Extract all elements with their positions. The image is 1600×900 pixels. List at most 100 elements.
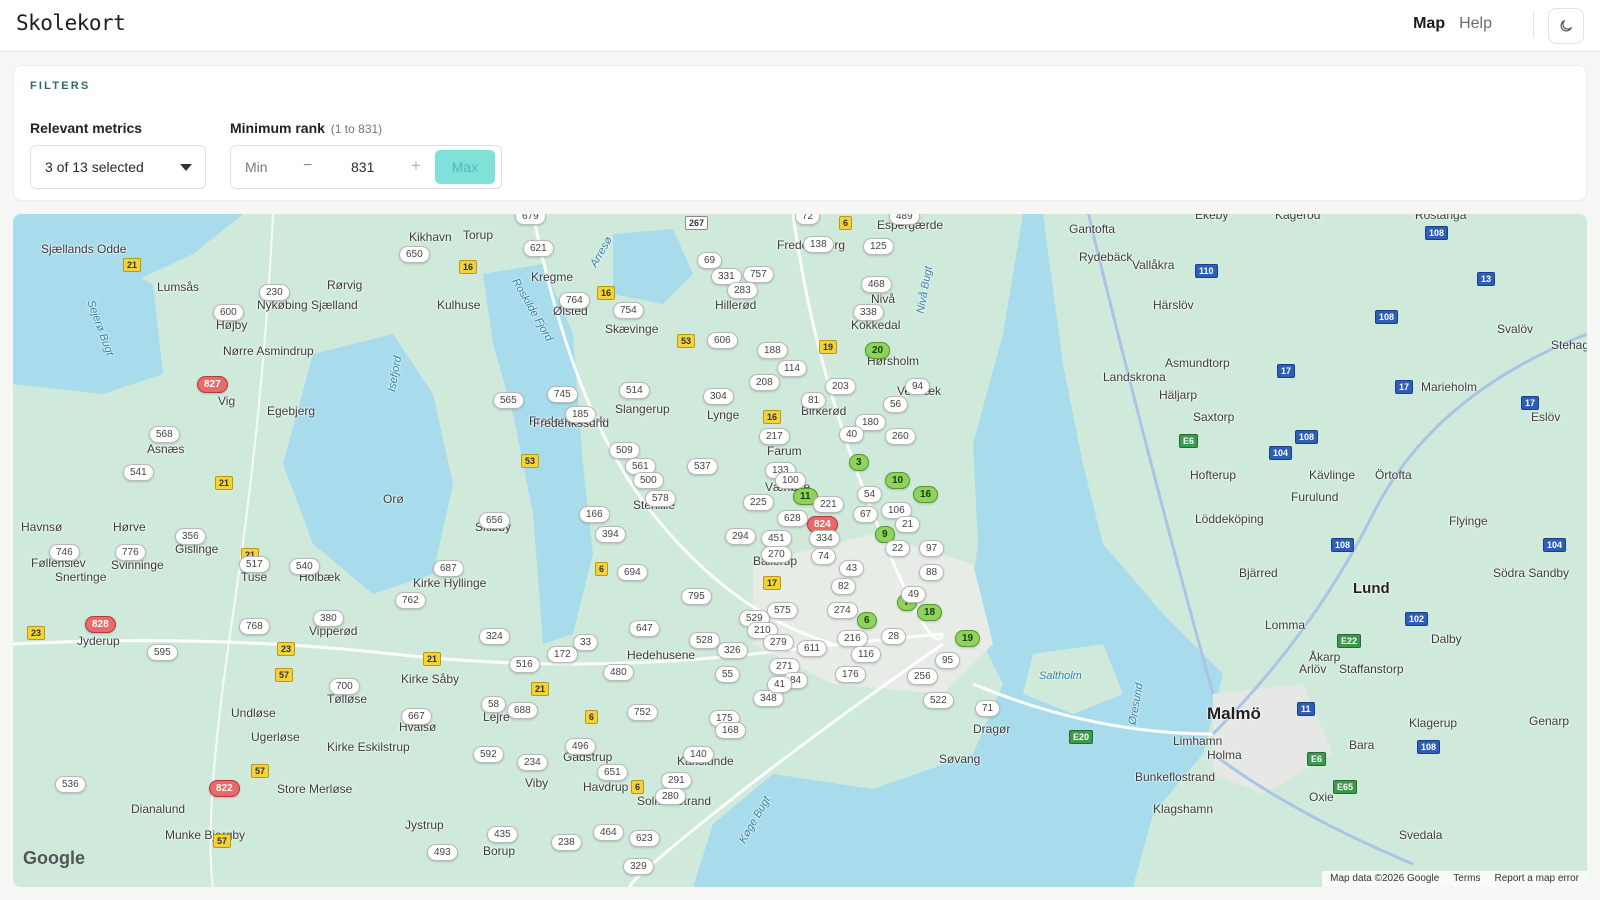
- rank-max-button[interactable]: Max: [435, 150, 495, 184]
- rank-marker[interactable]: 22: [885, 540, 911, 557]
- rank-marker[interactable]: 606: [707, 332, 738, 349]
- rank-marker[interactable]: 650: [399, 246, 430, 263]
- rank-marker[interactable]: 628: [777, 510, 808, 527]
- rank-marker[interactable]: 754: [613, 302, 644, 319]
- rank-value-input[interactable]: 831: [351, 159, 374, 175]
- rank-marker[interactable]: 88: [919, 564, 945, 581]
- rank-marker[interactable]: 172: [547, 646, 578, 663]
- rank-marker[interactable]: 58: [481, 696, 507, 713]
- rank-marker[interactable]: 20: [865, 342, 891, 359]
- rank-increment-button[interactable]: +: [411, 156, 421, 176]
- rank-marker[interactable]: 687: [433, 560, 464, 577]
- rank-marker[interactable]: 95: [935, 652, 961, 669]
- rank-marker[interactable]: 338: [853, 304, 884, 321]
- rank-marker[interactable]: 94: [905, 378, 931, 395]
- relevant-metrics-select[interactable]: 3 of 13 selected: [30, 145, 206, 189]
- rank-marker[interactable]: 493: [427, 844, 458, 861]
- rank-marker[interactable]: 16: [913, 486, 939, 503]
- rank-marker[interactable]: 746: [49, 544, 80, 561]
- rank-marker[interactable]: 116: [851, 646, 881, 663]
- rank-marker[interactable]: 776: [115, 544, 146, 561]
- rank-marker[interactable]: 329: [623, 858, 654, 875]
- rank-marker[interactable]: 489: [889, 214, 920, 225]
- rank-marker[interactable]: 74: [811, 548, 837, 565]
- rank-marker[interactable]: 540: [289, 558, 320, 575]
- rank-marker[interactable]: 578: [645, 490, 676, 507]
- rank-marker[interactable]: 56: [883, 396, 909, 413]
- rank-marker[interactable]: 176: [835, 666, 866, 683]
- rank-marker[interactable]: 279: [763, 634, 794, 651]
- rank-marker[interactable]: 611: [797, 640, 827, 657]
- rank-marker[interactable]: 6: [857, 612, 877, 629]
- rank-marker[interactable]: 97: [919, 540, 945, 557]
- rank-marker[interactable]: 40: [839, 426, 865, 443]
- rank-marker[interactable]: 256: [907, 668, 938, 685]
- rank-marker[interactable]: 700: [329, 678, 360, 695]
- rank-marker[interactable]: 270: [761, 546, 792, 563]
- rank-marker[interactable]: 667: [401, 708, 432, 725]
- rank-marker[interactable]: 541: [123, 464, 154, 481]
- rank-marker[interactable]: 435: [487, 826, 518, 843]
- rank-marker[interactable]: 82: [831, 578, 857, 595]
- rank-marker[interactable]: 280: [655, 788, 686, 805]
- rank-marker[interactable]: 509: [609, 442, 640, 459]
- rank-marker[interactable]: 468: [861, 276, 892, 293]
- rank-marker[interactable]: 238: [551, 834, 582, 851]
- rank-marker[interactable]: 688: [507, 702, 538, 719]
- rank-decrement-button[interactable]: −: [303, 157, 312, 175]
- rank-min-button[interactable]: Min: [245, 159, 268, 175]
- rank-marker[interactable]: 595: [147, 644, 178, 661]
- rank-marker[interactable]: 380: [313, 610, 344, 627]
- rank-marker[interactable]: 225: [743, 494, 774, 511]
- rank-marker[interactable]: 216: [837, 630, 868, 647]
- rank-marker[interactable]: 326: [717, 642, 748, 659]
- rank-marker[interactable]: 260: [885, 428, 916, 445]
- rank-marker[interactable]: 651: [597, 764, 628, 781]
- rank-marker[interactable]: 100: [775, 472, 806, 489]
- rank-marker[interactable]: 451: [761, 530, 792, 547]
- rank-marker[interactable]: 208: [749, 374, 780, 391]
- rank-marker[interactable]: 221: [813, 496, 844, 513]
- rank-marker[interactable]: 274: [827, 602, 858, 619]
- rank-marker[interactable]: 768: [239, 618, 270, 635]
- rank-marker[interactable]: 827: [197, 376, 228, 393]
- rank-marker[interactable]: 203: [825, 378, 856, 395]
- rank-marker[interactable]: 537: [687, 458, 718, 475]
- rank-marker[interactable]: 745: [547, 386, 578, 403]
- rank-marker[interactable]: 480: [603, 664, 634, 681]
- rank-marker[interactable]: 168: [715, 722, 746, 739]
- rank-marker[interactable]: 592: [473, 746, 504, 763]
- rank-marker[interactable]: 188: [757, 342, 788, 359]
- rank-marker[interactable]: 41: [767, 676, 793, 693]
- rank-marker[interactable]: 528: [689, 632, 720, 649]
- rank-marker[interactable]: 140: [683, 746, 714, 763]
- rank-marker[interactable]: 71: [975, 700, 1001, 717]
- rank-marker[interactable]: 752: [627, 704, 658, 721]
- rank-marker[interactable]: 185: [565, 406, 596, 423]
- rank-marker[interactable]: 304: [703, 388, 734, 405]
- rank-marker[interactable]: 679: [515, 214, 546, 225]
- rank-marker[interactable]: 21: [895, 516, 921, 533]
- rank-marker[interactable]: 28: [881, 628, 907, 645]
- rank-marker[interactable]: 294: [725, 528, 756, 545]
- theme-toggle-button[interactable]: [1548, 8, 1584, 44]
- rank-marker[interactable]: 334: [809, 530, 840, 547]
- rank-marker[interactable]: 795: [681, 588, 712, 605]
- nav-map[interactable]: Map: [1413, 15, 1445, 33]
- rank-marker[interactable]: 757: [743, 266, 774, 283]
- rank-marker[interactable]: 19: [955, 630, 981, 647]
- rank-marker[interactable]: 536: [55, 776, 86, 793]
- rank-marker[interactable]: 33: [573, 634, 599, 651]
- rank-marker[interactable]: 621: [523, 240, 554, 257]
- rank-marker[interactable]: 514: [619, 382, 650, 399]
- rank-marker[interactable]: 324: [479, 628, 510, 645]
- rank-marker[interactable]: 600: [213, 304, 244, 321]
- rank-marker[interactable]: 217: [759, 428, 790, 445]
- rank-marker[interactable]: 517: [239, 556, 270, 573]
- app-brand[interactable]: Skolekort: [16, 11, 126, 35]
- rank-marker[interactable]: 49: [901, 586, 927, 603]
- rank-marker[interactable]: 575: [767, 602, 798, 619]
- rank-marker[interactable]: 138: [803, 236, 834, 253]
- rank-marker[interactable]: 166: [579, 506, 610, 523]
- rank-marker[interactable]: 10: [885, 472, 911, 489]
